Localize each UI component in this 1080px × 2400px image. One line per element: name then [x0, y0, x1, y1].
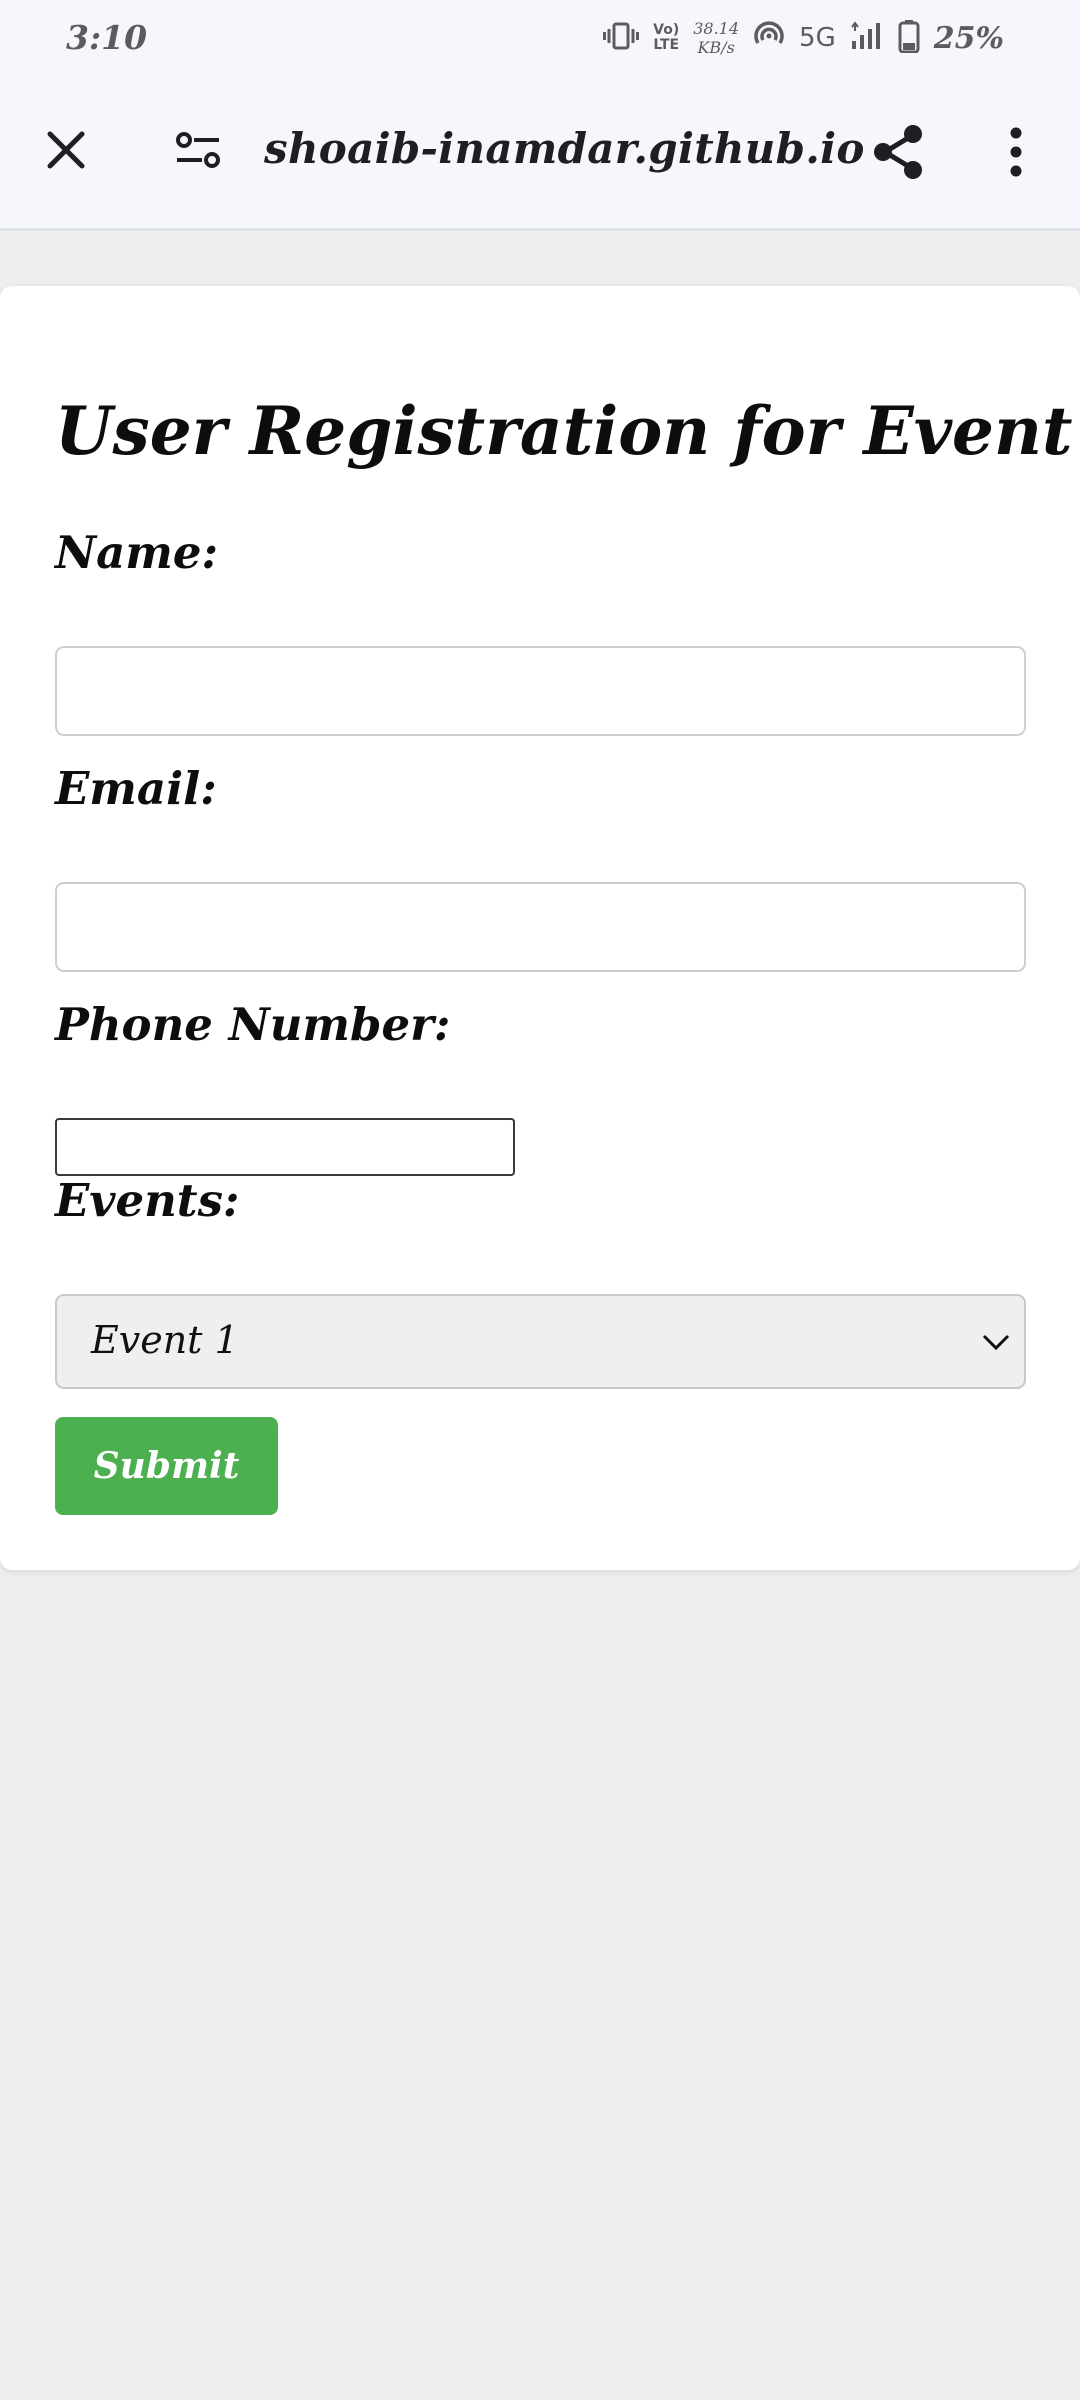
events-selected-value: Event 1 [91, 1318, 239, 1362]
name-label: Name: [55, 526, 219, 579]
status-icons: Vo) LTE 38.14 KB/s 5G 25% [603, 16, 1004, 60]
close-tab-button[interactable] [36, 120, 96, 180]
more-vert-icon [1010, 127, 1022, 177]
submit-button[interactable]: Submit [55, 1417, 278, 1515]
page-title: User Registration for Event [55, 392, 1073, 470]
network-type: 5G [799, 23, 836, 53]
events-label: Events: [55, 1174, 240, 1227]
site-settings-button[interactable] [166, 120, 230, 180]
url-text[interactable]: shoaib-inamdar.github.io [264, 124, 865, 173]
email-label: Email: [55, 762, 217, 815]
email-input[interactable] [55, 882, 1026, 972]
registration-form-card: User Registration for Event Name: Email:… [0, 286, 1080, 1570]
more-options-button[interactable] [986, 120, 1046, 184]
close-icon [47, 131, 85, 169]
volte-bottom-text: LTE [653, 37, 680, 53]
share-button[interactable] [866, 120, 930, 184]
tune-icon [176, 132, 220, 168]
chevron-down-icon [982, 1334, 1010, 1351]
net-speed-value: 38.14 [693, 19, 740, 38]
name-input[interactable] [55, 646, 1026, 736]
signal-icon [850, 21, 884, 55]
phone-label: Phone Number: [55, 998, 451, 1051]
events-select[interactable]: Event 1 [55, 1294, 1026, 1389]
hotspot-icon [753, 21, 785, 55]
status-bar: 3:10 Vo) LTE 38.14 KB/s 5G 25% [0, 0, 1080, 78]
battery-icon [898, 19, 920, 57]
battery-percent: 25% [933, 20, 1004, 56]
vibrate-icon [603, 21, 640, 55]
phone-input[interactable] [55, 1118, 515, 1176]
status-time: 3:10 [66, 18, 148, 57]
volte-top-text: Vo) [653, 22, 680, 38]
net-speed: 38.14 KB/s [693, 19, 739, 57]
volte-icon: Vo) LTE [653, 23, 679, 53]
browser-toolbar: shoaib-inamdar.github.io [0, 78, 1080, 231]
net-speed-unit: KB/s [697, 38, 735, 57]
share-icon [874, 125, 922, 179]
